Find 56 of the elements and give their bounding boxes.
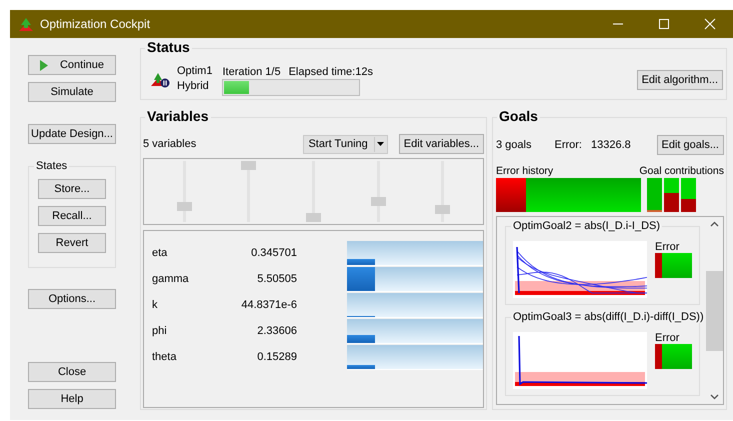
continue-button[interactable]: Continue — [28, 55, 116, 75]
scroll-down-icon[interactable] — [710, 394, 719, 400]
state-button[interactable]: Revert — [38, 233, 106, 253]
edit-goals-button[interactable]: Edit goals... — [656, 135, 724, 155]
error-history-label: Error history — [496, 165, 554, 177]
variable-name: eta — [152, 247, 168, 259]
elapsed-time: Elapsed time:12s — [288, 66, 373, 78]
error-value: 13326.8 — [590, 139, 631, 151]
group-title: States — [34, 160, 70, 172]
caret-icon — [377, 142, 384, 146]
slider-thumb[interactable] — [176, 202, 192, 211]
variable-value: 5.50505 — [256, 273, 297, 285]
state-button[interactable]: Store... — [38, 179, 106, 199]
help-button[interactable]: Help — [28, 389, 116, 409]
start-tuning-dropdown[interactable]: Start Tuning — [303, 134, 388, 154]
variable-count: 5 variables — [143, 138, 196, 150]
variable-name: gamma — [152, 273, 190, 285]
slider-thumb[interactable] — [370, 197, 386, 206]
state-button[interactable]: Recall... — [38, 206, 106, 226]
options-button[interactable]: Options... — [28, 289, 116, 309]
variable-name: phi — [152, 325, 168, 337]
variable-value: 44.8371e-6 — [240, 299, 297, 311]
goal-expression: OptimGoal3 = abs(diff(I_D.i)-diff(I_DS)) — [511, 311, 706, 323]
edit-variables-button[interactable]: Edit variables... — [398, 134, 484, 154]
goals-title: Goals — [497, 108, 540, 124]
goal-expression: OptimGoal2 = abs(I_D.i-I_DS) — [511, 220, 662, 232]
goal-contributions-drawing — [647, 178, 696, 212]
simulate-button[interactable]: Simulate — [28, 82, 116, 102]
variable-name: theta — [152, 351, 178, 363]
goal-contributions-label: Goal contributions — [639, 165, 724, 177]
app-icon — [18, 16, 34, 32]
window-title: Optimization Cockpit — [40, 17, 150, 31]
iteration-label: Iteration 1/5 — [222, 66, 281, 78]
status-title: Status — [145, 39, 192, 55]
variable-name: k — [152, 299, 158, 311]
optimizer-name: Optim1 — [177, 65, 212, 77]
edit-algorithm-button[interactable]: Edit algorithm... — [636, 70, 723, 90]
goal-count: 3 goals — [496, 139, 532, 151]
variable-value: 2.33606 — [256, 325, 297, 337]
error-caption: Error: — [554, 139, 582, 151]
scroll-up-icon[interactable] — [710, 221, 719, 227]
error-meter — [655, 253, 692, 278]
variable-value: 0.15289 — [256, 351, 297, 363]
variable-value: 0.345701 — [250, 247, 297, 259]
slider-thumb[interactable] — [241, 161, 256, 170]
update-design-button[interactable]: Update Design... — [28, 124, 116, 144]
error-label: Error — [655, 241, 680, 253]
scroll-thumb[interactable] — [706, 270, 723, 350]
method-name: Hybrid — [177, 80, 210, 92]
variables-title: Variables — [145, 108, 210, 124]
error-label: Error — [655, 332, 680, 344]
error-meter — [655, 344, 692, 369]
close-button[interactable]: Close — [28, 362, 116, 382]
slider-thumb[interactable] — [435, 205, 450, 214]
play-icon — [40, 60, 48, 70]
slider-thumb[interactable] — [306, 213, 321, 222]
